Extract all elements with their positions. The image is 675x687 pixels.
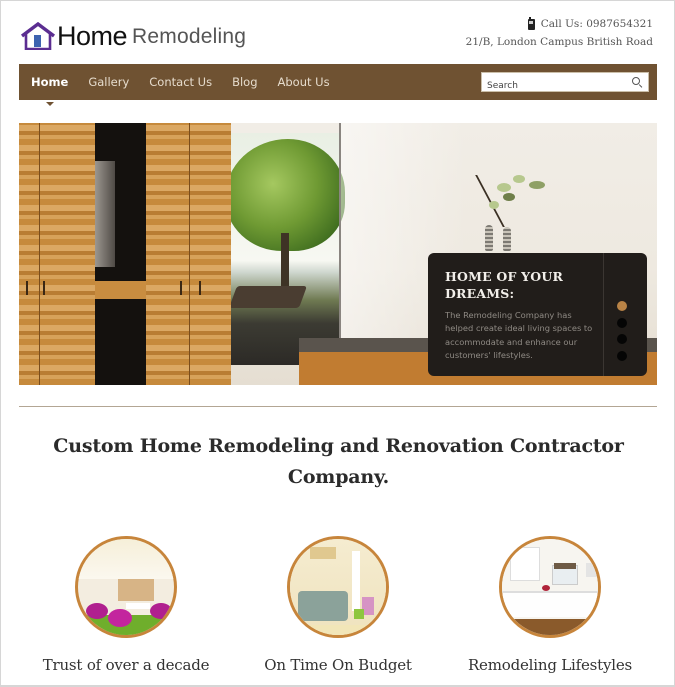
nav-item-home[interactable]: Home xyxy=(31,75,68,106)
slider-dot-1[interactable] xyxy=(617,301,627,311)
shelf xyxy=(310,547,336,559)
nav-item-blog[interactable]: Blog xyxy=(232,75,257,89)
phone-row: Call Us: 0987654321 xyxy=(466,15,653,33)
section-divider xyxy=(19,406,657,407)
slider-pagination xyxy=(617,301,627,367)
nav-item-contact-us[interactable]: Contact Us xyxy=(149,75,212,89)
caption-body: The Remodeling Company has helped create… xyxy=(445,310,593,360)
scene-trunk xyxy=(281,233,289,293)
slider-dot-2[interactable] xyxy=(617,317,627,328)
wardrobe-handle xyxy=(199,281,201,295)
hero-caption: HOME OF YOUR DREAMS: The Remodeling Comp… xyxy=(428,253,647,376)
armchair xyxy=(298,591,348,621)
nav-menu: Home Gallery Contact Us Blog About Us xyxy=(31,64,350,106)
site-logo[interactable]: Home Remodeling xyxy=(20,20,247,51)
chair xyxy=(150,603,172,619)
main-nav: Home Gallery Contact Us Blog About Us xyxy=(19,64,657,106)
hero-slider: HOME OF YOUR DREAMS: The Remodeling Comp… xyxy=(19,123,657,385)
search-box xyxy=(481,72,649,95)
feature-label: Remodeling Lifestyles xyxy=(467,656,633,674)
feature-on-time: On Time On Budget xyxy=(233,536,443,674)
slider-dot-3[interactable] xyxy=(617,334,627,344)
feature-image-living-room[interactable] xyxy=(75,536,177,638)
wall-panel xyxy=(118,579,154,601)
chair xyxy=(86,603,108,619)
phone-text[interactable]: Call Us: 0987654321 xyxy=(541,15,653,33)
scene-blossom xyxy=(529,181,545,189)
scene-blossom xyxy=(503,193,515,201)
wardrobe-handle xyxy=(43,281,45,295)
wardrobe-seam xyxy=(189,123,190,385)
cabinet xyxy=(510,547,540,581)
wall xyxy=(290,539,386,635)
page-frame: Home Remodeling Call Us: 0987654321 21/B… xyxy=(0,0,675,687)
search-input[interactable] xyxy=(482,77,622,95)
scene-blossom xyxy=(513,175,525,183)
flowers xyxy=(542,585,550,591)
scene-vase xyxy=(503,227,511,251)
rug xyxy=(300,625,380,635)
feature-trust: Trust of over a decade xyxy=(21,536,231,674)
wardrobe-seam xyxy=(39,123,40,385)
floor xyxy=(502,619,598,635)
page-headline: Custom Home Remodeling and Renovation Co… xyxy=(53,435,624,488)
feature-image-kitchen[interactable] xyxy=(499,536,601,638)
caption-divider xyxy=(603,253,604,376)
scene-blossom xyxy=(489,201,499,209)
table xyxy=(126,603,150,609)
nav-item-about-us[interactable]: About Us xyxy=(278,75,330,89)
scene-vase xyxy=(485,225,493,251)
feature-image-armchair[interactable] xyxy=(287,536,389,638)
mobile-phone-icon xyxy=(527,16,535,30)
contact-info: Call Us: 0987654321 21/B, London Campus … xyxy=(466,15,653,51)
logo-text-secondary: Remodeling xyxy=(132,25,247,48)
wardrobe-handle xyxy=(180,281,182,295)
logo-text-primary: Home xyxy=(57,21,128,51)
microwave xyxy=(586,563,598,577)
caption-title: HOME OF YOUR DREAMS: xyxy=(445,269,564,301)
scene-lounger xyxy=(228,286,308,308)
address-text: 21/B, London Campus British Road xyxy=(465,36,653,48)
valance xyxy=(554,563,576,569)
scene-blossom xyxy=(497,183,511,192)
wardrobe-handle xyxy=(26,281,28,295)
house-icon xyxy=(20,21,56,51)
feature-label: On Time On Budget xyxy=(264,656,412,674)
slider-dot-4[interactable] xyxy=(617,350,627,361)
wardrobe-mirror xyxy=(95,161,115,267)
nav-item-gallery[interactable]: Gallery xyxy=(88,75,129,89)
search-icon[interactable] xyxy=(632,77,640,85)
chair xyxy=(108,609,132,627)
feature-label: Trust of over a decade xyxy=(42,656,210,674)
ceiling xyxy=(78,539,174,579)
tower-shelf xyxy=(352,551,360,611)
counter xyxy=(502,591,598,617)
cushion xyxy=(354,609,364,619)
feature-lifestyles: Remodeling Lifestyles xyxy=(445,536,655,674)
wardrobe-shelf xyxy=(95,281,146,299)
